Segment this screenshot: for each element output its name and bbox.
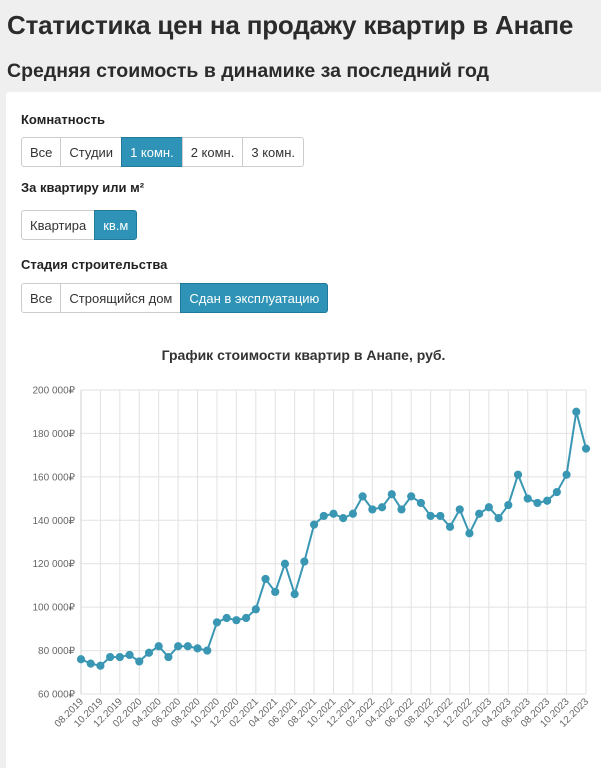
price-data-point bbox=[135, 657, 144, 666]
y-tick-label: 100 000₽ bbox=[32, 603, 75, 614]
price-data-point bbox=[416, 498, 426, 508]
y-tick-label: 120 000₽ bbox=[32, 559, 75, 570]
price-data-point bbox=[533, 498, 542, 508]
price-data-point bbox=[232, 616, 241, 625]
price-data-point bbox=[271, 587, 280, 597]
price-data-point bbox=[309, 520, 319, 529]
price-data-point bbox=[397, 505, 406, 514]
y-tick-label: 60 000₽ bbox=[38, 690, 76, 701]
price-data-point bbox=[465, 529, 474, 538]
price-data-point bbox=[329, 509, 338, 518]
price-data-point bbox=[387, 490, 396, 499]
y-tick-label: 160 000₽ bbox=[32, 472, 75, 483]
price-data-point bbox=[222, 613, 231, 623]
price-data-point bbox=[407, 492, 416, 501]
price-data-point bbox=[86, 659, 95, 668]
price-data-point bbox=[96, 661, 105, 670]
price-data-point bbox=[513, 470, 523, 479]
price-data-point bbox=[290, 590, 299, 599]
price-data-point bbox=[543, 496, 552, 505]
price-data-point bbox=[125, 650, 134, 660]
y-tick-label: 140 000₽ bbox=[32, 516, 75, 527]
price-data-point bbox=[164, 652, 173, 662]
price-data-point bbox=[203, 646, 212, 655]
price-data-point bbox=[494, 514, 503, 523]
price-data-point bbox=[193, 644, 202, 653]
price-data-point bbox=[154, 642, 163, 651]
price-data-point bbox=[523, 494, 532, 503]
price-data-point bbox=[76, 655, 86, 664]
price-data-point bbox=[348, 509, 358, 518]
price-data-point bbox=[436, 511, 445, 521]
price-data-point bbox=[319, 511, 328, 521]
price-data-point bbox=[368, 505, 377, 514]
price-data-point bbox=[339, 514, 348, 523]
price-data-point bbox=[144, 648, 154, 657]
price-data-point bbox=[212, 618, 222, 627]
price-data-point bbox=[445, 522, 455, 531]
price-data-point bbox=[484, 503, 493, 512]
price-data-point bbox=[426, 511, 435, 521]
price-data-point bbox=[475, 509, 484, 518]
price-data-point bbox=[261, 574, 270, 584]
price-data-point bbox=[115, 652, 124, 662]
price-data-point bbox=[241, 613, 251, 623]
price-data-point bbox=[562, 470, 571, 479]
price-data-point bbox=[455, 505, 464, 514]
page-title: Статистика цен на продажу квартир в Анап… bbox=[7, 10, 574, 40]
price-data-point bbox=[581, 444, 591, 453]
y-tick-label: 80 000₽ bbox=[38, 646, 76, 657]
price-data-point bbox=[572, 407, 581, 416]
price-data-point bbox=[183, 642, 192, 651]
price-data-point bbox=[251, 605, 260, 614]
price-line-chart: 60 000₽ 80 000₽ 100 000₽ 120 000₽ 140 000₽ 16… bbox=[32, 386, 591, 730]
page-subtitle: Средняя стоимость в динамике за последни… bbox=[7, 60, 490, 82]
price-data-point bbox=[106, 652, 115, 662]
price-data-point bbox=[280, 559, 290, 568]
price-data-point bbox=[377, 503, 387, 512]
y-tick-label: 200 000₽ bbox=[32, 386, 75, 397]
price-data-point bbox=[300, 557, 309, 566]
price-data-point bbox=[358, 492, 367, 501]
price-data-point bbox=[552, 487, 561, 497]
stats-panel: Комнатность Все Студии 1 комн. 2 комн. 3… bbox=[6, 92, 601, 768]
price-data-point bbox=[174, 642, 183, 651]
price-data-point bbox=[504, 500, 513, 510]
y-tick-label: 180 000₽ bbox=[32, 429, 75, 440]
